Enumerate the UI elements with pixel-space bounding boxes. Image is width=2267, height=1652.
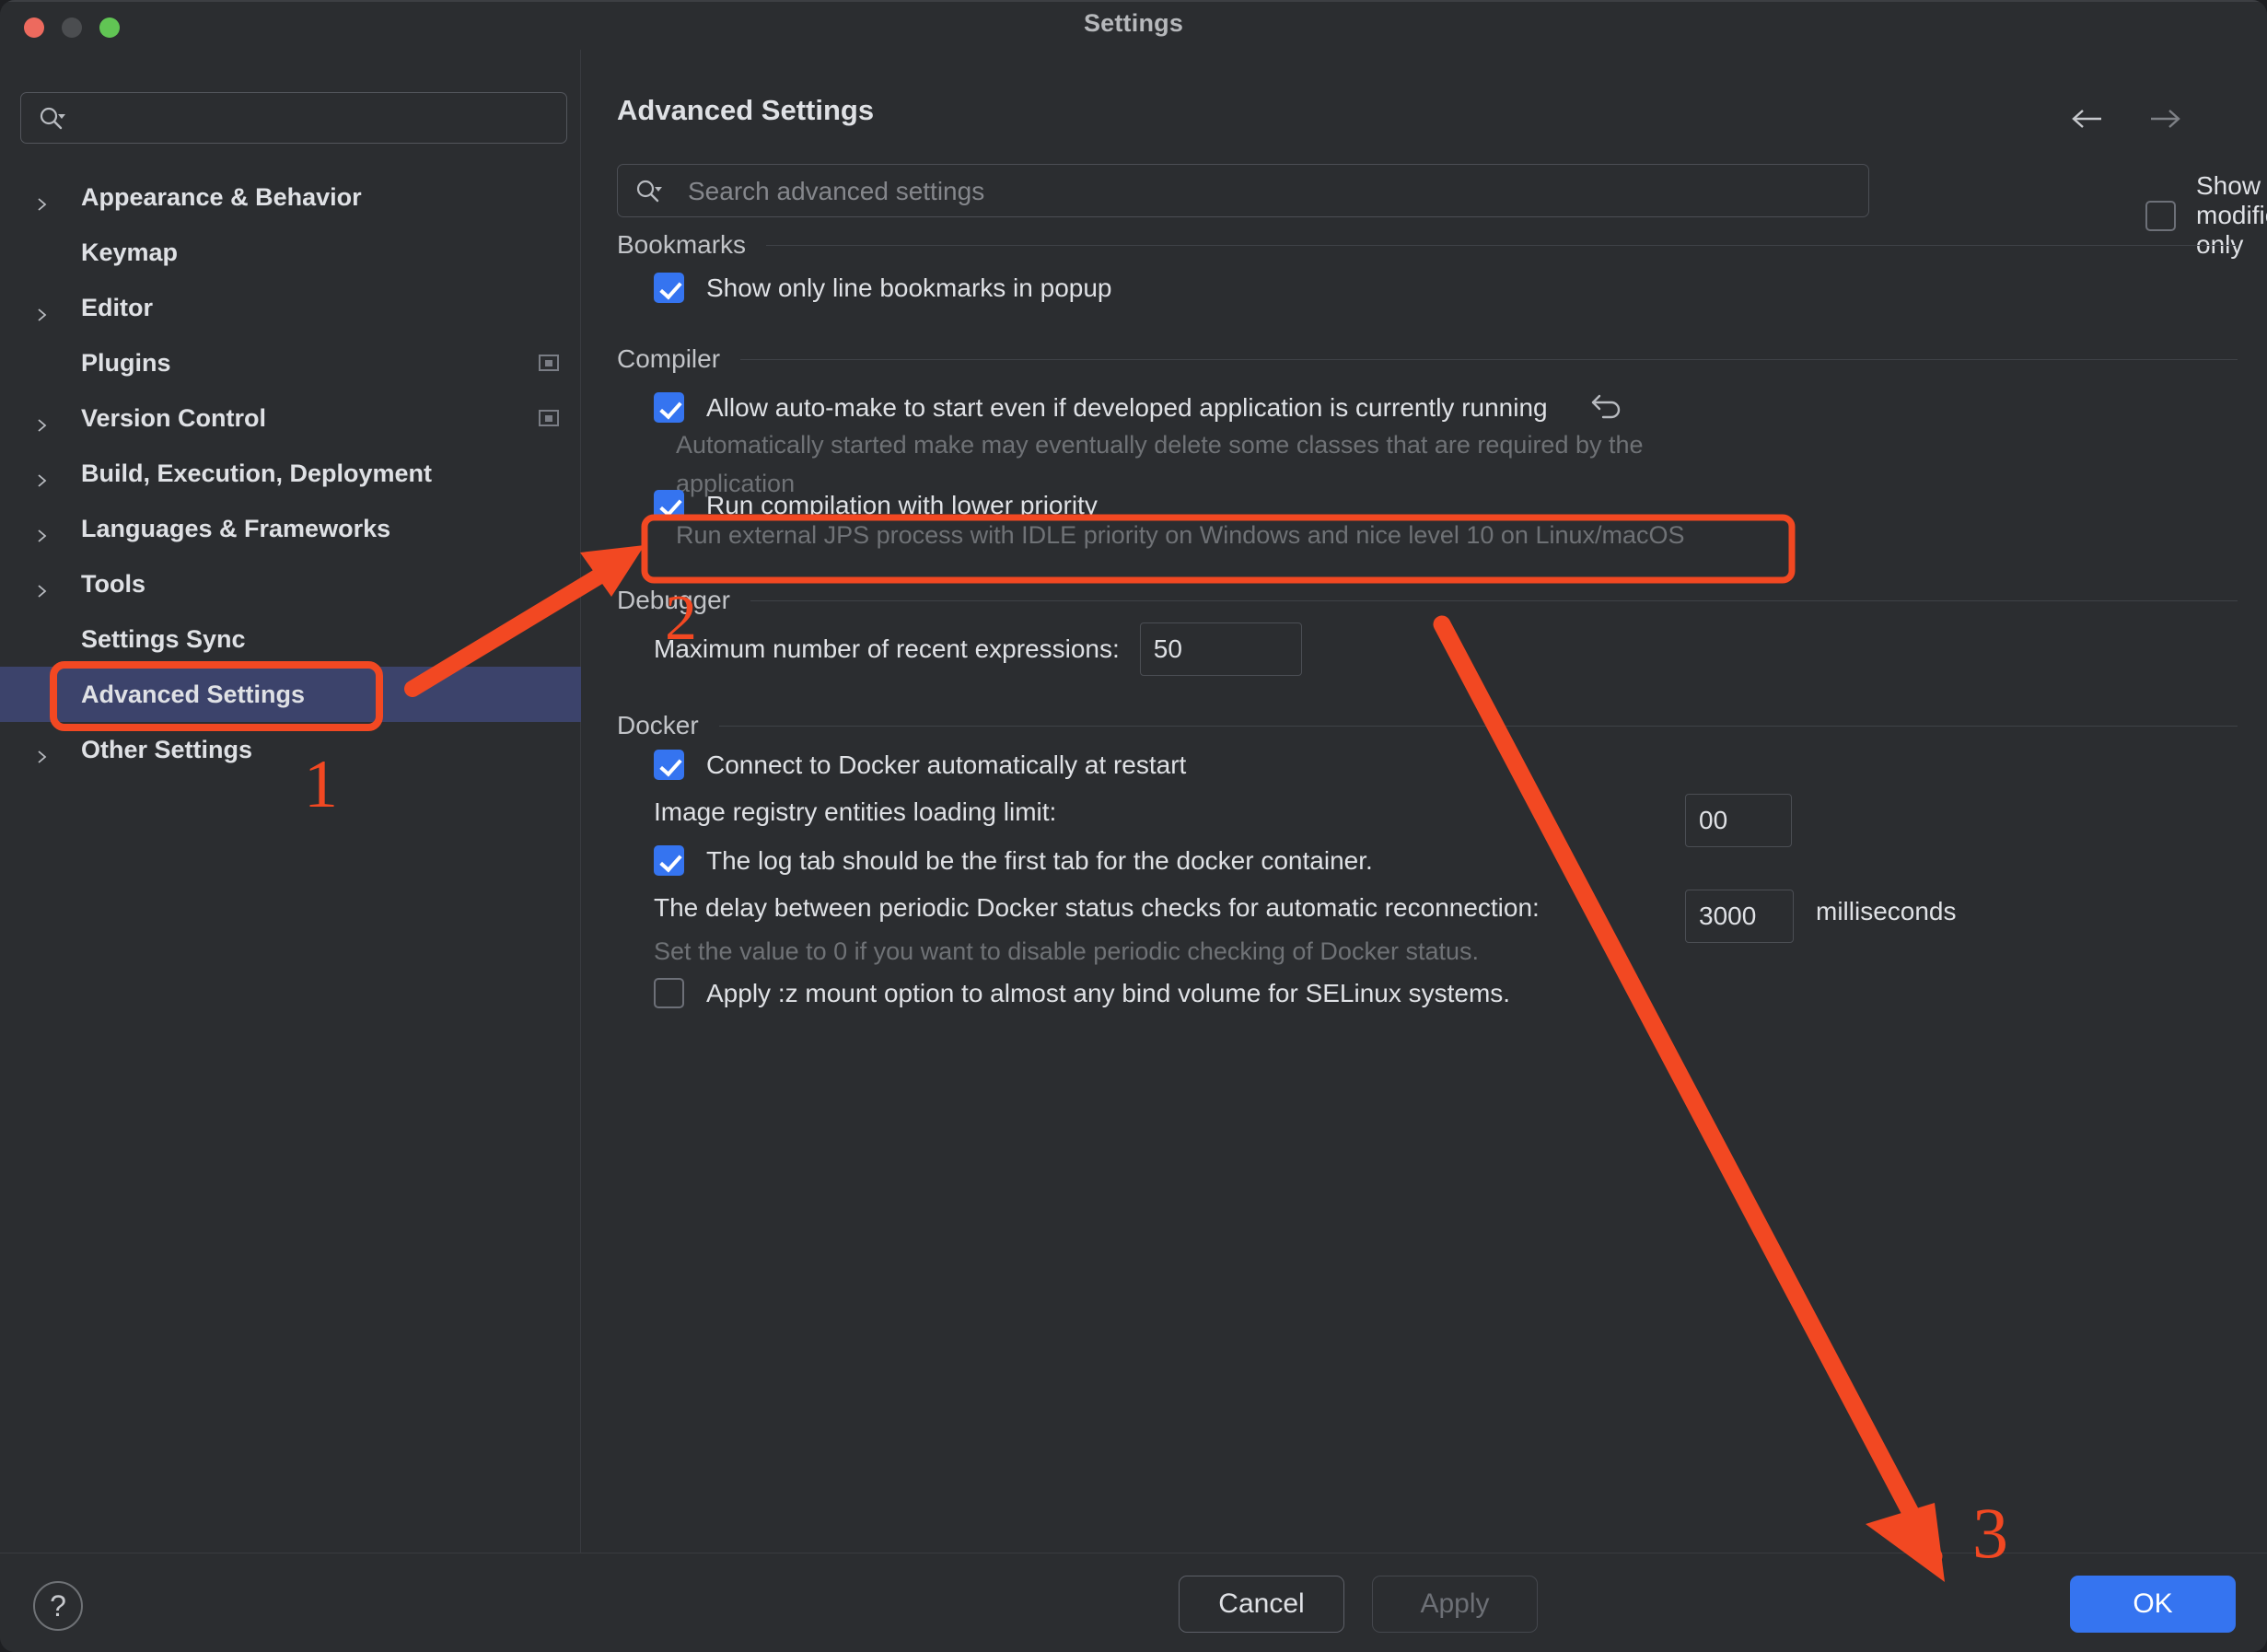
cancel-button[interactable]: Cancel [1179,1576,1344,1633]
help-button[interactable]: ? [33,1581,83,1631]
section-title: Compiler [617,344,720,374]
checkbox-label: Run compilation with lower priority [706,491,1098,520]
section-title: Debugger [617,586,730,615]
allow-auto-make-checkbox[interactable]: Allow auto-make to start even if develop… [654,390,1625,425]
revert-icon[interactable] [1590,390,1625,425]
apply-z-mount-option-checkbox[interactable]: Apply :z mount option to almost any bind… [654,978,1510,1008]
settings-content: Bookmarks Show only line bookmarks in po… [582,225,2267,1505]
sidebar-item-label: Build, Execution, Deployment [81,460,432,488]
advanced-settings-search-input[interactable]: Search advanced settings [617,164,1869,217]
sidebar-item-label: Advanced Settings [81,681,305,709]
window-title: Settings [0,9,2267,38]
docker-status-delay-description: Set the value to 0 if you want to disabl… [654,937,1479,966]
section-divider [719,726,2238,727]
field-label: Maximum number of recent expressions: [654,634,1120,664]
chevron-right-icon [34,742,49,757]
search-icon [634,178,662,205]
sidebar-item-label: Plugins [81,349,171,378]
section-divider [766,245,2238,246]
page-title: Advanced Settings [617,94,874,127]
search-placeholder: Search advanced settings [688,177,984,206]
chevron-right-icon [34,466,49,481]
checkbox-label: The log tab should be the first tab for … [706,846,1373,876]
advanced-settings-panel: Advanced Settings [582,50,2267,1553]
section-divider [740,359,2238,360]
sidebar-item-label: Tools [81,570,145,599]
sidebar-item-label: Version Control [81,404,266,433]
sidebar-item-keymap[interactable]: Keymap [0,225,581,280]
run-compilation-description: Run external JPS process with IDLE prior… [676,521,1685,550]
checkbox-box[interactable] [654,273,684,303]
history-navigation [2068,103,2184,134]
sidebar-item-editor[interactable]: Editor [0,280,581,335]
chevron-right-icon [34,521,49,536]
field-label: The delay between periodic Docker status… [654,893,1540,923]
show-only-line-bookmarks-checkbox[interactable]: Show only line bookmarks in popup [654,273,1111,303]
checkbox-box[interactable] [654,490,684,520]
checkbox-label: Connect to Docker automatically at resta… [706,750,1186,780]
settings-dialog: Settings Appearance & Behavior Keymap [0,0,2267,1652]
sidebar-item-label: Editor [81,294,153,322]
checkbox-box[interactable] [654,978,684,1008]
checkbox-box[interactable] [654,750,684,780]
checkbox-label: Allow auto-make to start even if develop… [706,393,1548,423]
sidebar-item-label: Settings Sync [81,625,246,654]
log-tab-first-checkbox[interactable]: The log tab should be the first tab for … [654,845,1373,876]
image-registry-limit-input[interactable]: 00 [1685,794,1792,847]
section-title: Docker [617,711,699,740]
checkbox-box[interactable] [654,392,684,423]
sidebar-item-plugins[interactable]: Plugins [0,335,581,390]
section-divider [750,600,2238,601]
sidebar-item-other-settings[interactable]: Other Settings [0,722,581,777]
docker-status-delay-input[interactable]: 3000 [1685,890,1794,943]
chevron-right-icon [34,190,49,204]
run-compilation-lower-priority-checkbox[interactable]: Run compilation with lower priority [654,490,1098,520]
field-label: Image registry entities loading limit: [654,797,1056,827]
back-arrow-icon[interactable] [2068,103,2107,134]
chevron-right-icon [34,300,49,315]
chevron-right-icon [34,411,49,425]
window-titlebar: Settings [0,0,2267,50]
section-header-docker: Docker [617,711,2238,740]
chevron-right-icon [34,576,49,591]
section-header-debugger: Debugger [617,586,2238,615]
docker-status-delay-units: milliseconds [1816,897,1957,926]
section-header-compiler: Compiler [617,344,2238,374]
project-scope-icon [539,410,559,426]
sidebar-item-tools[interactable]: Tools [0,556,581,611]
sidebar-item-version-control[interactable]: Version Control [0,390,581,446]
sidebar-item-label: Languages & Frameworks [81,515,390,543]
image-registry-limit-row: Image registry entities loading limit: [654,797,1056,827]
connect-docker-automatically-checkbox[interactable]: Connect to Docker automatically at resta… [654,750,1186,780]
apply-button[interactable]: Apply [1372,1576,1538,1633]
sidebar-item-languages-frameworks[interactable]: Languages & Frameworks [0,501,581,556]
forward-arrow-icon[interactable] [2145,103,2184,134]
checkbox-label: Show only line bookmarks in popup [706,273,1111,303]
checkbox-box[interactable] [654,845,684,876]
section-title: Bookmarks [617,230,746,260]
sidebar-item-label: Other Settings [81,736,252,764]
dialog-footer: ? Cancel Apply OK [0,1553,2267,1652]
sidebar-item-build-execution-deployment[interactable]: Build, Execution, Deployment [0,446,581,501]
settings-sidebar: Appearance & Behavior Keymap Editor Plug… [0,50,581,1553]
sidebar-item-advanced-settings[interactable]: Advanced Settings [0,667,581,722]
sidebar-item-appearance-behavior[interactable]: Appearance & Behavior [0,169,581,225]
max-recent-expressions-input[interactable]: 50 [1140,622,1302,676]
sidebar-search-input[interactable] [20,92,567,144]
search-icon [38,105,65,133]
max-recent-expressions-row: Maximum number of recent expressions: 50 [654,622,1302,676]
checkbox-label: Apply :z mount option to almost any bind… [706,979,1510,1008]
ok-button[interactable]: OK [2070,1576,2236,1633]
sidebar-item-label: Keymap [81,238,178,267]
docker-status-delay-row: The delay between periodic Docker status… [654,893,1540,923]
sidebar-item-label: Appearance & Behavior [81,183,362,212]
section-header-bookmarks: Bookmarks [617,230,2238,260]
sidebar-item-settings-sync[interactable]: Settings Sync [0,611,581,667]
project-scope-icon [539,355,559,371]
